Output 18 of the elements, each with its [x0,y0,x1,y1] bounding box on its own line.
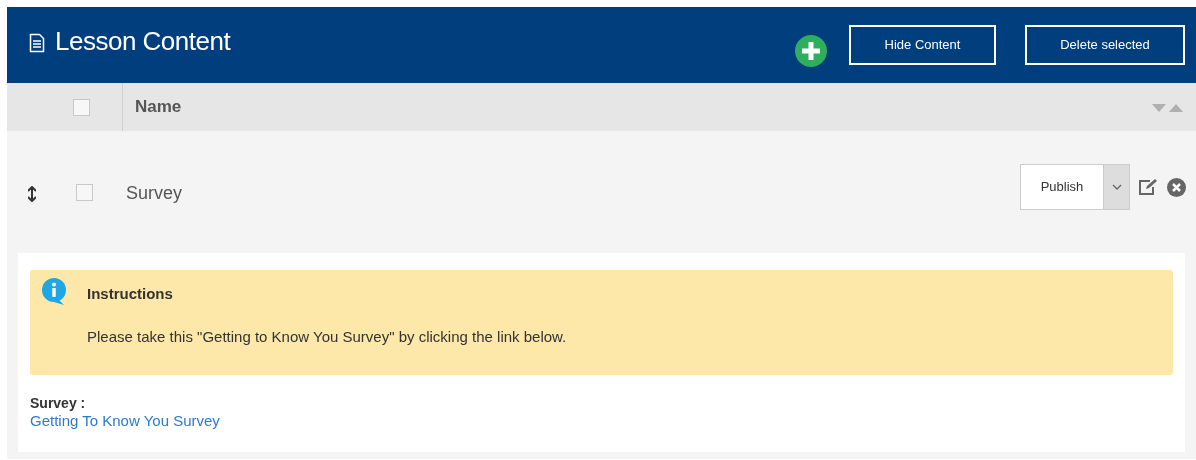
survey-link[interactable]: Getting To Know You Survey [30,411,220,430]
document-icon [29,33,45,53]
instructions-text: Please take this "Getting to Know You Survey" by clicking the link below. [87,326,567,347]
checkbox[interactable] [76,183,93,201]
hide-content-button[interactable]: Hide Content [849,25,996,65]
column-header[interactable]: Name [135,94,182,120]
edit-icon[interactable] [1138,178,1159,196]
add-icon[interactable] [795,35,827,67]
panel-title: Lesson Content [55,24,231,58]
delete-selected-button[interactable]: Delete selected [1025,25,1185,65]
survey-label: Survey : [30,395,87,411]
instructions-title: Instructions [87,284,174,304]
drag-handle-icon[interactable] [28,186,36,202]
row-name: Survey [126,181,183,205]
caret-icon [1103,165,1129,209]
checkbox[interactable] [73,98,90,116]
status-dropdown[interactable]: Publish [1020,164,1130,210]
delete-icon[interactable] [1167,177,1186,197]
